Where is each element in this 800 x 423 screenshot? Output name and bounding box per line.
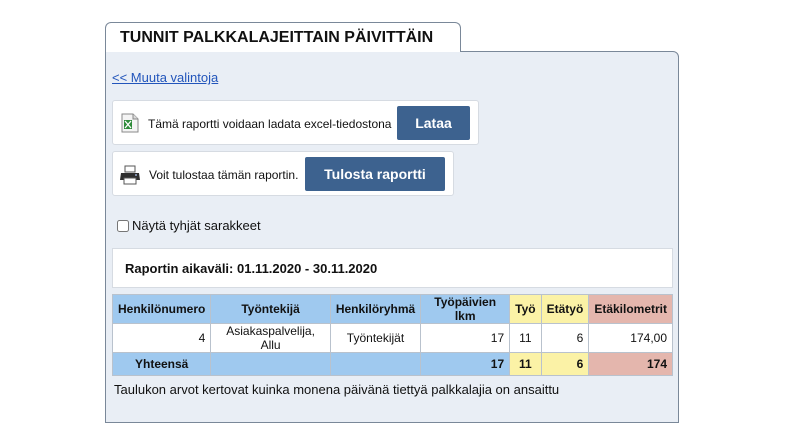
excel-file-icon (121, 113, 139, 138)
total-workdays: 17 (420, 352, 511, 376)
col-header-person-group: Henkilöryhmä (329, 294, 422, 324)
col-header-employee: Työntekijä (210, 294, 331, 324)
print-info-text: Voit tulostaa tämän raportin. (149, 168, 299, 182)
print-report-button[interactable]: Tulosta raportti (305, 157, 445, 191)
excel-info-text: Tämä raportti voidaan ladata excel-tiedo… (148, 117, 392, 131)
cell-workdays: 17 (420, 323, 511, 353)
cell-person-number: 4 (111, 323, 212, 353)
total-label: Yhteensä (111, 352, 212, 376)
back-link[interactable]: << Muuta valintoja (112, 70, 218, 85)
table-header-row: Henkilönumero Työntekijä Henkilöryhmä Ty… (111, 294, 673, 324)
show-empty-columns-option[interactable]: Näytä tyhjät sarakkeet (117, 218, 261, 233)
show-empty-columns-checkbox[interactable] (117, 220, 129, 232)
cell-remote-work: 6 (540, 323, 590, 353)
col-header-remote-km: Etäkilometrit (588, 294, 673, 324)
total-remote-work: 6 (540, 352, 590, 376)
printer-icon (119, 165, 141, 190)
footer-note: Taulukon arvot kertovat kuinka monena pä… (114, 382, 560, 397)
table-total-row: Yhteensä 17 11 6 174 (111, 352, 673, 376)
cell-person-group: Työntekijät (329, 323, 422, 353)
col-header-work: Työ (509, 294, 542, 324)
col-header-workdays: Työpäivien lkm (420, 294, 511, 324)
total-work: 11 (509, 352, 542, 376)
download-button[interactable]: Lataa (397, 106, 470, 140)
cell-work: 11 (509, 323, 542, 353)
total-remote-km: 174 (588, 352, 673, 376)
report-period: Raportin aikaväli: 01.11.2020 - 30.11.20… (112, 248, 673, 288)
page-title: TUNNIT PALKKALAJEITTAIN PÄIVITTÄIN (105, 22, 461, 52)
cell-remote-km: 174,00 (588, 323, 673, 353)
show-empty-columns-label: Näytä tyhjät sarakkeet (132, 218, 261, 233)
col-header-person-number: Henkilönumero (111, 294, 212, 324)
cell-employee: Asiakaspalvelija, Allu (210, 323, 331, 353)
table-row: 4 Asiakaspalvelija, Allu Työntekijät 17 … (111, 323, 673, 353)
print-box: Voit tulostaa tämän raportin. Tulosta ra… (112, 151, 454, 196)
report-table: Henkilönumero Työntekijä Henkilöryhmä Ty… (111, 294, 673, 376)
total-employee (210, 352, 331, 376)
total-person-group (329, 352, 422, 376)
excel-download-box: Tämä raportti voidaan ladata excel-tiedo… (112, 100, 479, 145)
col-header-remote-work: Etätyö (540, 294, 590, 324)
